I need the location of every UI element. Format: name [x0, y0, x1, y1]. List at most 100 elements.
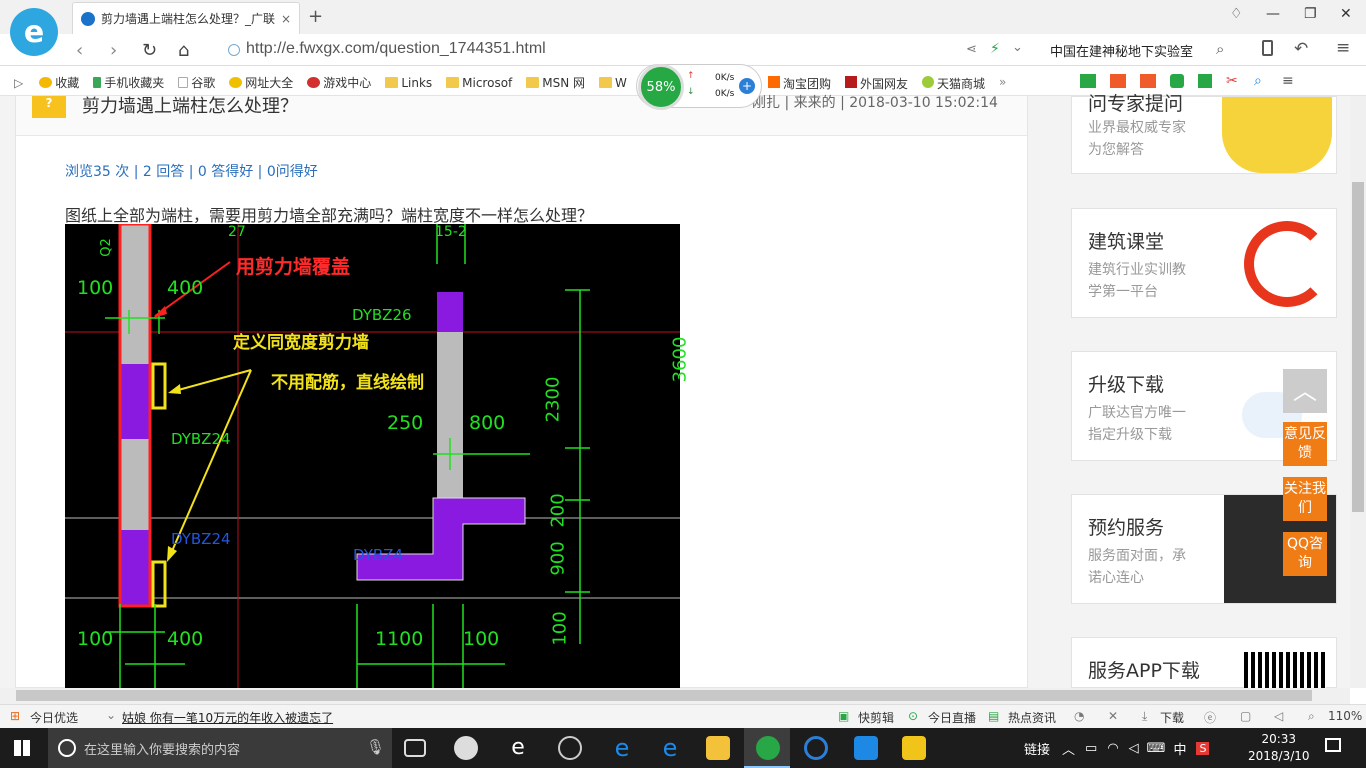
bookmark-games[interactable]: 游戏中心 — [307, 74, 371, 91]
tv-icon[interactable] — [1110, 74, 1126, 88]
bookmark-folder-links[interactable]: Links — [385, 76, 432, 90]
current-browser-task-icon[interactable] — [756, 736, 780, 760]
undo-icon[interactable]: ↶ — [1294, 39, 1308, 59]
maximize-button[interactable]: ❐ — [1304, 6, 1317, 22]
keyboard-icon[interactable]: ⌨ — [1147, 741, 1166, 756]
status-news-link[interactable]: 姑娘 你有一笔10万元的年收入被遗忘了 — [122, 709, 333, 726]
lightning-icon[interactable]: ⚡ — [990, 41, 1000, 57]
sogou-ime-icon[interactable]: S — [1196, 741, 1210, 755]
card-desc: 建筑行业实训教 学第一平台 — [1088, 259, 1186, 303]
browser-app-icon[interactable]: e — [506, 736, 530, 760]
card-title: 问专家提问 — [1088, 93, 1184, 115]
home-button[interactable]: ⌂ — [178, 40, 189, 61]
search-input[interactable]: 中国在建神秘地下实验室 — [1050, 41, 1193, 60]
network-app-icon[interactable] — [854, 736, 878, 760]
discount-icon[interactable] — [1140, 74, 1156, 88]
ie-app-icon[interactable]: e — [658, 736, 682, 760]
sidebar-card-app[interactable]: 服务APP下载 — [1071, 637, 1337, 688]
menu-icon[interactable]: ≡ — [1336, 38, 1350, 58]
tray-expand-icon[interactable]: ︿ — [1062, 739, 1075, 758]
minimize-button[interactable]: — — [1266, 6, 1280, 22]
chrome-like-app-icon[interactable] — [558, 736, 582, 760]
file-explorer-icon[interactable] — [706, 736, 730, 760]
classroom-logo-icon — [1244, 221, 1330, 307]
microphone-icon[interactable]: 🎙 — [366, 738, 385, 756]
battery-icon[interactable]: ▭ — [1085, 741, 1097, 756]
phone-icon[interactable] — [1262, 40, 1273, 56]
bookmark-google[interactable]: 谷歌 — [178, 74, 215, 91]
wifi-icon[interactable]: ◠ — [1107, 741, 1118, 756]
question-stats[interactable]: 浏览35 次 | 2 回答 | 0 答得好 | 0问得好 — [65, 161, 318, 181]
more-bookmarks-icon[interactable]: » — [999, 75, 1006, 92]
cad-drawing-image[interactable]: 用剪力墙覆盖 定义同宽度剪力墙 不用配筋，直线绘制 Q2 27 15-2 100… — [65, 222, 690, 688]
vertical-scroll-thumb[interactable] — [1352, 182, 1364, 512]
speedup-plus-icon[interactable]: + — [739, 78, 755, 94]
close-window-button[interactable]: ✕ — [1340, 6, 1352, 22]
bookmark-folder-w[interactable]: W — [599, 76, 627, 90]
bookmark-tmall[interactable]: 天猫商城 — [922, 75, 985, 92]
taskbar-search-box[interactable]: 在这里输入你要搜索的内容 🎙 — [48, 728, 392, 768]
feedback-button[interactable]: 意见反馈 — [1283, 422, 1327, 466]
bookmark-foreign[interactable]: 外国网友 — [845, 75, 908, 92]
url-input[interactable]: http://e.fwxgx.com/question_1744351.html — [246, 40, 546, 58]
bookmark-folder-microsoft[interactable]: Microsof — [446, 76, 512, 90]
browser-logo-icon[interactable]: e — [10, 8, 58, 56]
sidebar-toggle-icon[interactable]: ▷ — [14, 76, 23, 90]
tab-active[interactable]: 剪力墙遇上端柱怎么处理？_广联 × — [72, 2, 300, 34]
status-today-picks[interactable]: 今日优选 — [30, 709, 78, 726]
bookmark-taobao[interactable]: 淘宝团购 — [768, 75, 831, 92]
window-icon[interactable]: ▢ — [1240, 709, 1251, 723]
shirt-skin-icon[interactable]: ♢ — [1230, 6, 1243, 22]
zoom-level[interactable]: 110% — [1328, 709, 1362, 723]
horizontal-scroll-thumb[interactable] — [16, 690, 1312, 701]
status-item[interactable]: 热点资讯 — [1008, 709, 1056, 726]
tools-icon[interactable]: ✕ — [1108, 709, 1118, 723]
volume-tray-icon[interactable]: ◁ — [1129, 741, 1139, 756]
chevron-down-icon[interactable]: ⌄ — [1012, 40, 1023, 55]
windows-start-icon[interactable] — [14, 740, 30, 756]
pinwheel-app-icon[interactable] — [454, 736, 478, 760]
translate-icon[interactable] — [1198, 74, 1212, 88]
bookmark-label: Links — [401, 75, 433, 90]
back-to-top-button[interactable]: ︿ — [1283, 369, 1327, 413]
forward-button[interactable]: › — [110, 40, 117, 61]
notes-app-icon[interactable] — [902, 736, 926, 760]
bookmark-folder-msn[interactable]: MSN 网 — [526, 74, 585, 91]
tab-favicon-icon — [81, 11, 95, 26]
sogou-app-icon[interactable] — [804, 736, 828, 760]
shield-icon[interactable] — [1170, 74, 1184, 88]
task-view-icon[interactable] — [404, 739, 426, 757]
book-icon[interactable] — [1080, 74, 1096, 88]
status-item[interactable]: 快剪辑 — [858, 709, 894, 726]
memory-usage-gauge[interactable]: 58% — [638, 64, 684, 110]
qq-consult-button[interactable]: QQ咨询 — [1283, 532, 1327, 576]
bookmark-site-nav[interactable]: 网址大全 — [229, 74, 293, 91]
bookmark-label: 收藏 — [55, 76, 80, 90]
status-download[interactable]: 下载 — [1160, 709, 1184, 726]
chevron-down-icon[interactable]: ⌄ — [106, 708, 116, 722]
sidebar-card-classroom[interactable]: 建筑课堂 建筑行业实训教 学第一平台 — [1071, 208, 1337, 318]
ime-indicator[interactable]: 中 — [1173, 739, 1186, 758]
bookmark-mobile[interactable]: 手机收藏夹 — [93, 74, 164, 91]
taskbar-clock[interactable]: 20:33 2018/3/10 — [1248, 731, 1310, 765]
follow-us-button[interactable]: 关注我们 — [1283, 477, 1327, 521]
volume-icon[interactable]: ◁ — [1274, 709, 1283, 723]
speed-icon[interactable]: ◔ — [1074, 709, 1084, 723]
menu-ext-icon[interactable]: ≡ — [1282, 74, 1296, 88]
scissors-icon[interactable]: ✂ — [1226, 74, 1240, 88]
status-item[interactable]: 今日直播 — [928, 709, 976, 726]
edge-app-icon[interactable]: e — [610, 736, 634, 760]
sidebar-card-expert[interactable]: 问专家提问 业界最权威专家 为您解答 — [1071, 93, 1337, 174]
ie-mode-icon[interactable]: ⓔ — [1204, 709, 1216, 726]
new-tab-button[interactable]: + — [308, 6, 323, 27]
share-icon[interactable]: ⋖ — [966, 42, 977, 57]
zoom-icon[interactable]: ⌕ — [1308, 709, 1315, 724]
notification-icon[interactable] — [1325, 738, 1341, 752]
tab-close-icon[interactable]: × — [281, 12, 291, 26]
search-icon[interactable]: ⌕ — [1216, 40, 1224, 58]
refresh-button[interactable]: ↻ — [142, 40, 157, 61]
tray-links-label[interactable]: 链接 — [1024, 739, 1050, 758]
search-ext-icon[interactable]: ⌕ — [1254, 74, 1268, 88]
back-button[interactable]: ‹ — [76, 40, 83, 61]
bookmark-favorites[interactable]: 收藏 — [39, 74, 79, 91]
